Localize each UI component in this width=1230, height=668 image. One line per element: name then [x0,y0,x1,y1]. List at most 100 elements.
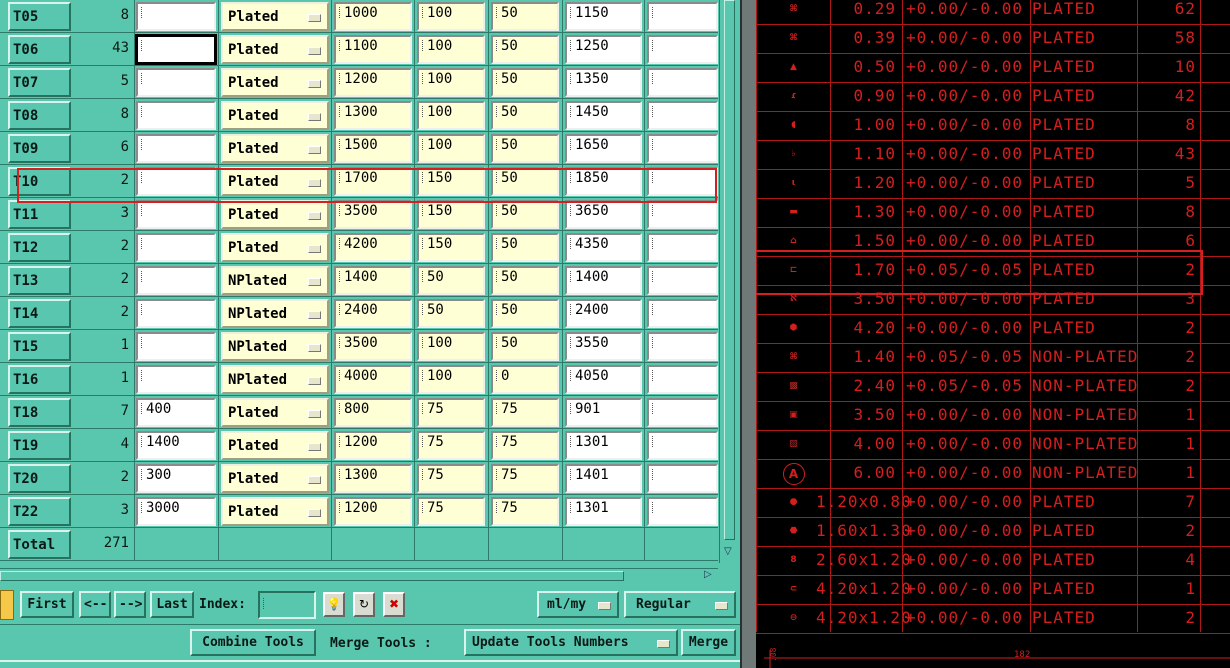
total-field[interactable]: 901 [565,398,642,427]
f1-field[interactable] [136,101,216,130]
refresh-icon[interactable]: ↻ [353,592,375,617]
plating-dropdown[interactable]: Plated [221,431,329,460]
tol-minus-field[interactable]: 50 [491,200,559,229]
size-field[interactable]: 4200 [334,233,412,262]
tool-button[interactable]: T13 [8,266,71,295]
tol-plus-field[interactable]: 75 [417,398,485,427]
tol-plus-field[interactable]: 100 [417,2,485,31]
tol-plus-field[interactable]: 100 [417,332,485,361]
f2-field[interactable] [647,299,718,328]
total-field[interactable]: 1150 [565,2,642,31]
total-field[interactable]: 1401 [565,464,642,493]
size-field[interactable]: 1100 [334,35,412,64]
f2-field[interactable] [647,497,718,526]
total-field[interactable]: 1450 [565,101,642,130]
total-field[interactable]: 1650 [565,134,642,163]
f2-field[interactable] [647,365,718,394]
total-field[interactable]: 1250 [565,35,642,64]
f1-field[interactable] [135,34,217,65]
scroll-right-icon[interactable]: ▷ [704,569,712,580]
plating-dropdown[interactable]: Plated [221,35,329,64]
tol-minus-field[interactable]: 50 [491,2,559,31]
scroll-down-icon[interactable]: ▽ [724,546,732,557]
f1-field[interactable]: 1400 [136,431,216,460]
tool-button[interactable]: T16 [8,365,71,394]
tol-plus-field[interactable]: 150 [417,233,485,262]
f1-field[interactable] [136,266,216,295]
size-field[interactable]: 800 [334,398,412,427]
f2-field[interactable] [647,2,718,31]
tol-minus-field[interactable]: 50 [491,101,559,130]
size-field[interactable]: 1200 [334,68,412,97]
delete-icon[interactable]: ✖ [383,592,405,617]
f2-field[interactable] [647,35,718,64]
size-field[interactable]: 4000 [334,365,412,394]
tol-minus-field[interactable]: 50 [491,35,559,64]
total-field[interactable]: 1301 [565,497,642,526]
tool-button[interactable]: T06 [8,35,71,64]
plating-dropdown[interactable]: NPlated [221,365,329,394]
tol-plus-field[interactable]: 100 [417,68,485,97]
tool-button[interactable]: T18 [8,398,71,427]
f1-field[interactable] [136,233,216,262]
pane-separator[interactable] [740,0,756,668]
size-field[interactable]: 1200 [334,431,412,460]
size-field[interactable]: 1300 [334,101,412,130]
bulb-icon[interactable]: 💡 [323,592,345,617]
plating-dropdown[interactable]: Plated [221,68,329,97]
tool-button[interactable]: T15 [8,332,71,361]
vertical-scrollbar[interactable]: ▽ [719,0,738,563]
scroll-thumb[interactable] [724,0,735,540]
f2-field[interactable] [647,68,718,97]
size-field[interactable]: 2400 [334,299,412,328]
tool-button[interactable]: T12 [8,233,71,262]
size-field[interactable]: 3500 [334,332,412,361]
tol-plus-field[interactable]: 150 [417,200,485,229]
f1-field[interactable] [136,2,216,31]
f2-field[interactable] [647,101,718,130]
plating-dropdown[interactable]: Plated [221,233,329,262]
tol-minus-field[interactable]: 50 [491,233,559,262]
tool-button[interactable]: T22 [8,497,71,526]
tol-plus-field[interactable]: 75 [417,497,485,526]
f1-field[interactable]: 300 [136,464,216,493]
f2-field[interactable] [647,464,718,493]
mode-dropdown[interactable]: Regular [624,591,736,618]
tool-button[interactable]: T19 [8,431,71,460]
prev-button[interactable]: <-- [79,591,111,618]
tol-minus-field[interactable]: 50 [491,299,559,328]
f2-field[interactable] [647,134,718,163]
plating-dropdown[interactable]: Plated [221,398,329,427]
next-button[interactable]: --> [114,591,146,618]
tol-minus-field[interactable]: 75 [491,464,559,493]
plating-dropdown[interactable]: Plated [221,2,329,31]
f2-field[interactable] [647,431,718,460]
merge-button[interactable]: Merge [681,629,736,656]
last-button[interactable]: Last [150,591,194,618]
total-field[interactable]: 3550 [565,332,642,361]
tol-minus-field[interactable]: 75 [491,431,559,460]
f2-field[interactable] [647,233,718,262]
plating-dropdown[interactable]: Plated [221,464,329,493]
total-field[interactable]: 3650 [565,200,642,229]
tool-button[interactable]: T11 [8,200,71,229]
size-field[interactable]: 3500 [334,200,412,229]
tool-button[interactable]: T20 [8,464,71,493]
tol-plus-field[interactable]: 75 [417,431,485,460]
f1-field[interactable] [136,365,216,394]
tol-minus-field[interactable]: 0 [491,365,559,394]
plating-dropdown[interactable]: Plated [221,200,329,229]
tol-minus-field[interactable]: 50 [491,68,559,97]
plating-dropdown[interactable]: Plated [221,497,329,526]
tol-plus-field[interactable]: 75 [417,464,485,493]
f2-field[interactable] [647,266,718,295]
tol-plus-field[interactable]: 50 [417,266,485,295]
tool-button[interactable]: T08 [8,101,71,130]
tol-minus-field[interactable]: 50 [491,332,559,361]
tol-minus-field[interactable]: 75 [491,398,559,427]
tool-button[interactable]: T07 [8,68,71,97]
total-field[interactable]: 2400 [565,299,642,328]
tool-button[interactable]: T09 [8,134,71,163]
size-field[interactable]: 1300 [334,464,412,493]
plating-dropdown[interactable]: NPlated [221,332,329,361]
